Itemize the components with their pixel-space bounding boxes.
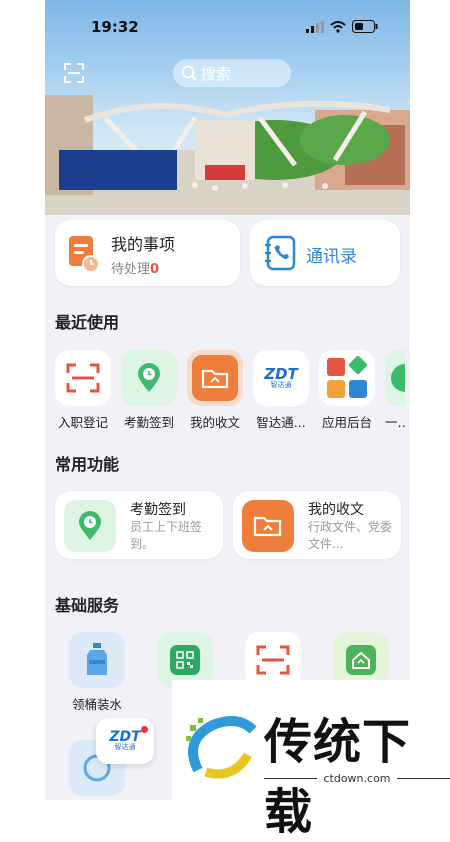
search-placeholder: 搜索 bbox=[201, 64, 232, 83]
app-label: 入职登记 bbox=[57, 415, 108, 430]
contacts-card[interactable]: 通讯录 bbox=[250, 220, 400, 286]
watermark-url-row: ctdown.com bbox=[264, 772, 450, 785]
top-cards: 我的事项 待处理0 通讯录 bbox=[55, 220, 400, 286]
zdt-logo-icon: ZDT 智达通 bbox=[253, 350, 309, 406]
search-bar[interactable]: 搜索 bbox=[173, 59, 291, 87]
watermark-logo-icon bbox=[186, 716, 257, 779]
search-icon bbox=[181, 65, 197, 81]
scan-icon[interactable] bbox=[63, 62, 85, 84]
recent-app-documents[interactable]: 我的收文 bbox=[187, 350, 243, 431]
app-tile bbox=[319, 350, 375, 406]
app-grid-icon bbox=[327, 356, 368, 398]
basic-section-title: 基础服务 bbox=[55, 596, 120, 615]
status-time: 19:32 bbox=[91, 18, 139, 36]
zdt-logo-text: ZDT bbox=[264, 365, 298, 383]
zdt-logo-sub: 智达通 bbox=[270, 381, 292, 389]
app-label: 应用后台 bbox=[321, 415, 372, 430]
recent-section-title: 最近使用 bbox=[55, 313, 120, 332]
scan-icon bbox=[66, 363, 100, 393]
app-tile bbox=[55, 350, 111, 406]
folder-icon bbox=[192, 355, 238, 401]
function-title: 我的收文 bbox=[308, 502, 364, 518]
common-attendance-card[interactable]: 考勤签到 员工上下班签到。 bbox=[55, 491, 223, 559]
app-tile bbox=[187, 350, 243, 406]
task-list-icon bbox=[69, 236, 100, 273]
folder-icon bbox=[242, 500, 294, 552]
recent-apps: 入职登记 考勤签到 我的收文 ZDT 智达通 智达通... 应用后台 一 bbox=[55, 350, 405, 431]
location-pin-icon bbox=[138, 363, 160, 392]
hero-banner: 19:32 搜索 bbox=[45, 0, 410, 215]
contacts-title: 通讯录 bbox=[306, 247, 357, 267]
floating-zdt-button[interactable]: ZDT 智达通 bbox=[96, 718, 154, 764]
function-desc: 员工上下班签到。 bbox=[130, 520, 203, 551]
function-desc: 行政文件、党委文件... bbox=[308, 520, 393, 551]
app-tile bbox=[121, 350, 177, 406]
signal-icon bbox=[306, 20, 324, 33]
common-functions: 考勤签到 员工上下班签到。 我的收文 行政文件、党委文件... bbox=[55, 491, 401, 559]
recent-app-backend[interactable]: 应用后台 bbox=[319, 350, 375, 431]
recent-app-partial[interactable]: 一码 bbox=[385, 350, 405, 431]
app-label: 智达通... bbox=[256, 415, 306, 430]
water-bottle-icon bbox=[69, 632, 125, 688]
recent-app-zdt[interactable]: ZDT 智达通 智达通... bbox=[253, 350, 309, 431]
floating-logo-sub: 智达通 bbox=[114, 743, 136, 751]
pending-count: 0 bbox=[150, 262, 160, 277]
app-label: 领桶装水 bbox=[71, 697, 122, 712]
location-pin-icon bbox=[64, 500, 116, 552]
common-documents-card[interactable]: 我的收文 行政文件、党委文件... bbox=[233, 491, 401, 559]
pending-status: 待处理0 bbox=[111, 258, 159, 277]
notification-dot bbox=[141, 726, 148, 733]
app-label: 一码 bbox=[385, 415, 405, 430]
recent-app-attendance[interactable]: 考勤签到 bbox=[121, 350, 177, 431]
recent-app-onboarding[interactable]: 入职登记 bbox=[55, 350, 111, 431]
pending-label: 待处理 bbox=[111, 262, 151, 277]
basic-service-water[interactable]: 领桶装水 bbox=[69, 632, 125, 713]
battery-icon bbox=[352, 20, 378, 33]
app-label: 我的收文 bbox=[189, 415, 240, 430]
partial-app-icon bbox=[385, 350, 405, 406]
common-section-title: 常用功能 bbox=[55, 455, 120, 474]
app-label: 考勤签到 bbox=[123, 415, 174, 430]
wifi-icon bbox=[330, 20, 346, 33]
my-tasks-title: 我的事项 bbox=[111, 235, 176, 254]
function-title: 考勤签到 bbox=[130, 502, 186, 518]
my-tasks-card[interactable]: 我的事项 待处理0 bbox=[55, 220, 240, 286]
watermark: 传统下载 ctdown.com bbox=[172, 680, 450, 840]
contacts-book-icon bbox=[265, 235, 296, 271]
status-icons bbox=[306, 20, 378, 33]
watermark-url: ctdown.com bbox=[323, 772, 391, 785]
